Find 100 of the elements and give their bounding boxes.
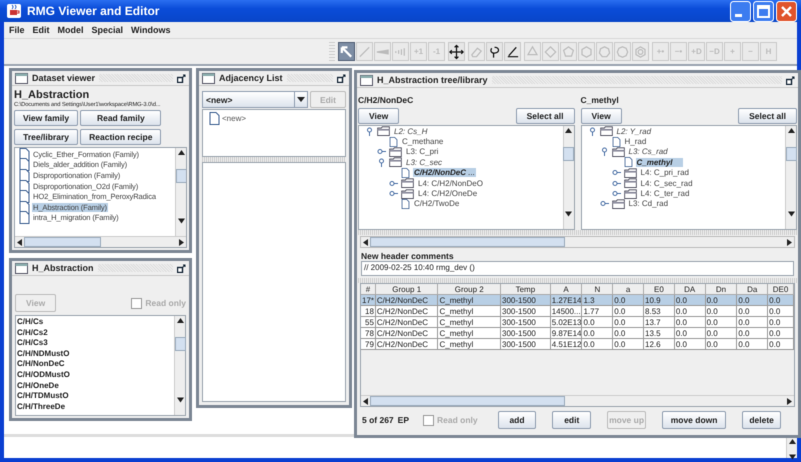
scroll-thumb[interactable] (370, 396, 566, 406)
minimize-icon[interactable] (730, 0, 751, 22)
expand-handle-icon[interactable] (612, 189, 620, 198)
vertical-scrollbar[interactable] (785, 126, 796, 229)
expand-handle-icon[interactable] (612, 168, 620, 178)
scroll-thumb[interactable] (176, 169, 186, 183)
group-list-item[interactable]: C/H/ODMustO (16, 370, 174, 381)
group-list-item[interactable]: C/H/OneDe (16, 380, 174, 392)
adjacency-text-area[interactable] (202, 162, 346, 402)
restore-icon[interactable] (337, 74, 346, 82)
tree-node[interactable]: L4: C_ter_rad (640, 189, 690, 198)
expand-handle-icon[interactable] (389, 178, 398, 188)
scroll-up-arrow-icon[interactable] (788, 439, 796, 444)
select-all-button[interactable]: Select all (738, 108, 797, 124)
collapse-handle-icon[interactable] (588, 126, 596, 136)
scroll-right-arrow-icon[interactable] (787, 398, 792, 404)
group-list-item[interactable]: C/H/Cs3 (16, 338, 174, 349)
restore-icon[interactable] (177, 264, 186, 272)
column-header[interactable]: A (550, 284, 582, 295)
scroll-thumb[interactable] (370, 237, 566, 247)
list-item[interactable]: <new> (222, 114, 246, 123)
scroll-up-arrow-icon[interactable] (565, 128, 572, 133)
column-header[interactable]: Da (737, 284, 768, 295)
menu-item[interactable]: Special (88, 25, 128, 35)
scroll-up-arrow-icon[interactable] (176, 318, 184, 323)
tree-node[interactable]: L4: C/H2/NonDeO (417, 178, 484, 188)
collapse-handle-icon[interactable] (365, 126, 374, 136)
scroll-thumb[interactable] (174, 337, 186, 351)
close-icon[interactable] (776, 0, 797, 22)
tree-node[interactable]: L3: C_pri (405, 147, 440, 156)
column-header[interactable]: Dn (706, 284, 738, 295)
table-row[interactable]: 18 C/H2/NonDeC C_methyl 300-1500 14500... 1.77 0.0 8.53 0.0 0.0 0.0 0.0 (361, 306, 794, 317)
tree-node[interactable]: L3: Cd_rad (628, 199, 670, 208)
table-action-button[interactable]: add (498, 411, 536, 429)
tree-node[interactable]: L2: Y_rad (616, 126, 652, 136)
table-row[interactable]: 55 C/H2/NonDeC C_methyl 300-1500 5.02E13 0.0 0.0 13.7 0.0 0.0 0.0 0.0 (361, 317, 794, 328)
toolbar-button[interactable] (338, 42, 355, 61)
scroll-left-arrow-icon[interactable] (363, 398, 368, 404)
column-header[interactable]: Group 2 (438, 284, 502, 295)
scroll-left-arrow-icon[interactable] (17, 238, 22, 246)
vertical-scrollbar[interactable] (175, 148, 186, 236)
menu-item[interactable]: Model (54, 25, 89, 35)
group-list-item[interactable]: C/H/Cs2 (16, 328, 174, 338)
select-all-button[interactable]: Select all (516, 108, 574, 124)
expand-handle-icon[interactable] (600, 199, 608, 208)
table-action-button[interactable]: move down (662, 411, 726, 429)
group-list-item[interactable]: C/H/NonDeC (16, 359, 174, 370)
tree-node[interactable]: L4: C_sec_rad (640, 178, 694, 188)
comments-field[interactable]: // 2009-02-25 10:40 rmg_dev () (361, 261, 794, 276)
horizontal-scrollbar[interactable] (360, 236, 795, 248)
horizontal-scrollbar[interactable] (15, 236, 186, 247)
tree-node[interactable]: H_rad (624, 137, 648, 146)
scroll-thumb[interactable] (563, 147, 574, 161)
menu-item[interactable]: Edit (30, 25, 55, 35)
view-button[interactable]: View (580, 108, 622, 124)
tree-node[interactable]: L3: C_sec (405, 158, 444, 167)
action-button[interactable]: View family (14, 110, 78, 126)
tree-node[interactable]: C_methyl (636, 158, 683, 167)
menu-item[interactable]: Windows (128, 25, 176, 35)
view-button[interactable]: View (358, 108, 400, 124)
group-list-item[interactable]: C/H/NDMustO (16, 348, 174, 360)
vertical-scrollbar[interactable] (562, 126, 574, 229)
tree-node[interactable]: L4: C_pri_rad (640, 168, 690, 178)
table-action-button[interactable]: edit (552, 411, 592, 429)
table-row[interactable]: 17* C/H2/NonDeC C_methyl 300-1500 1.27E14 1.3 0.0 10.9 0.0 0.0 0.0 0.0 (361, 295, 794, 306)
action-button[interactable]: Read family (80, 110, 162, 126)
group-list-item[interactable]: C/H/ThreeDe (16, 402, 174, 412)
collapse-handle-icon[interactable] (377, 158, 386, 167)
group-list-item[interactable]: C/H/TDMustO (16, 391, 174, 402)
table-row[interactable]: 78 C/H2/NonDeC C_methyl 300-1500 9.87E14 0.0 0.0 13.5 0.0 0.0 0.0 0.0 (361, 328, 794, 339)
expand-handle-icon[interactable] (377, 147, 386, 156)
expand-handle-icon[interactable] (389, 189, 398, 198)
horizontal-scrollbar[interactable] (361, 395, 794, 406)
scroll-right-arrow-icon[interactable] (787, 238, 792, 246)
scroll-thumb[interactable] (24, 237, 102, 247)
column-header[interactable]: a (613, 284, 644, 295)
expand-handle-icon[interactable] (612, 178, 620, 188)
tree-node[interactable]: C/H2/TwoDe (413, 199, 460, 208)
group-list-item[interactable]: C/H/Cs (16, 317, 174, 328)
vertical-scrollbar[interactable] (786, 437, 797, 458)
maximize-icon[interactable] (753, 0, 774, 22)
tree-node[interactable]: L2: Cs_H (393, 126, 428, 136)
restore-icon[interactable] (177, 74, 186, 82)
table-row[interactable]: 79 C/H2/NonDeC C_methyl 300-1500 4.51E12 0.0 0.0 12.6 0.0 0.0 0.0 0.0 (361, 339, 794, 350)
action-button[interactable]: Reaction recipe (80, 129, 162, 145)
column-header[interactable]: # (361, 284, 376, 295)
column-header[interactable]: DA (674, 284, 706, 295)
scroll-thumb[interactable] (786, 147, 796, 161)
scroll-up-arrow-icon[interactable] (178, 150, 184, 155)
species-dropdown[interactable]: <new> (202, 91, 308, 108)
tree-node[interactable]: L3: Cs_rad (628, 147, 669, 156)
column-header[interactable]: Group 1 (376, 284, 438, 295)
tree-node[interactable]: L4: C/H2/OneDe (417, 189, 478, 198)
column-header[interactable]: Temp (501, 284, 551, 295)
vertical-scrollbar[interactable] (174, 316, 185, 415)
column-header[interactable]: DE0 (768, 284, 794, 295)
column-header[interactable]: E0 (644, 284, 675, 295)
column-header[interactable]: N (582, 284, 614, 295)
action-button[interactable]: Tree/library (14, 129, 78, 145)
table-action-button[interactable]: delete (742, 411, 782, 429)
